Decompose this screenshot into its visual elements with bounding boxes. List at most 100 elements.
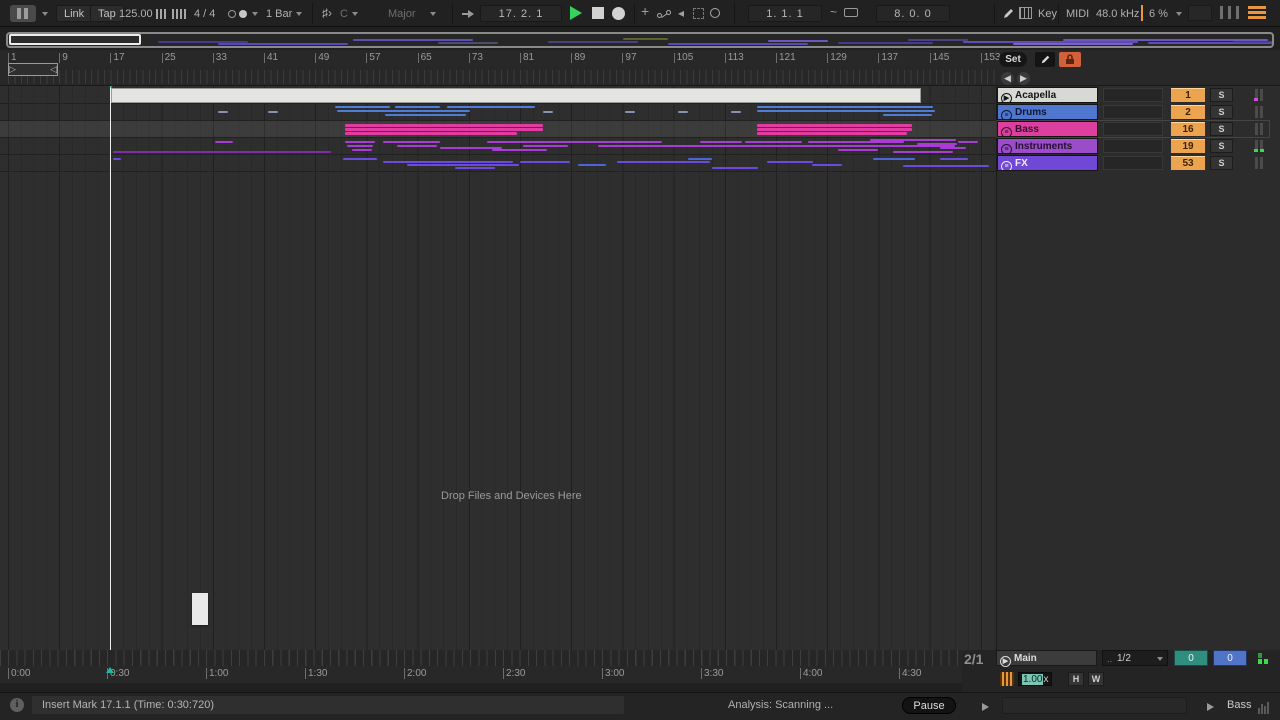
back-to-arrangement-icon[interactable]: ◂ <box>678 7 684 19</box>
main-volume-field[interactable]: 0 <box>1213 650 1247 666</box>
clip-segment-instruments[interactable] <box>893 151 953 153</box>
clip-segment-fx[interactable] <box>113 158 121 160</box>
clip-segment-instruments[interactable] <box>700 141 742 143</box>
clip-segment-drums[interactable] <box>395 106 440 108</box>
cpu-caret-icon[interactable] <box>1176 12 1182 16</box>
clip-segment-instruments[interactable] <box>598 145 955 147</box>
scale-caret-icon[interactable] <box>430 12 436 16</box>
clip-segment-instruments[interactable] <box>397 145 437 147</box>
clip-segment-drums[interactable] <box>678 111 688 113</box>
lock-envelopes-button[interactable] <box>1059 52 1081 67</box>
playback-speed-field[interactable]: 1.00x <box>1018 672 1052 686</box>
track-solo-button[interactable]: S <box>1210 139 1233 153</box>
fade-curve-icon[interactable]: ~ <box>830 6 837 18</box>
main-track-header[interactable]: ▶Main <box>996 650 1097 666</box>
nav-right-button[interactable]: ▶ <box>1017 72 1030 85</box>
midi-capture-icon[interactable] <box>693 8 704 19</box>
track-name-bass[interactable]: ≡Bass <box>997 121 1098 137</box>
clip-segment-instruments[interactable] <box>352 149 372 151</box>
clip-segment-fx[interactable] <box>617 161 710 163</box>
quantize-menu[interactable]: 1 Bar <box>266 8 292 20</box>
clip-segment-drums[interactable] <box>335 106 390 108</box>
tempo-follower-icon[interactable] <box>1000 672 1014 686</box>
quantize-caret-icon[interactable] <box>296 12 302 16</box>
draw-mode-icon[interactable] <box>1002 7 1015 23</box>
app-menu-icon[interactable] <box>10 5 36 22</box>
new-scene-icon[interactable]: + <box>641 5 649 17</box>
track-activator-button[interactable]: 19 <box>1171 139 1205 153</box>
clip-segment-instruments[interactable] <box>917 143 957 145</box>
overview-viewport-box[interactable] <box>9 34 141 45</box>
track-activator-button[interactable]: 53 <box>1171 156 1205 170</box>
track-activator-button[interactable]: 16 <box>1171 122 1205 136</box>
track-group-icon[interactable]: ≡ <box>1001 127 1012 137</box>
play-button[interactable] <box>570 6 582 20</box>
clip-segment-drums[interactable] <box>883 114 932 116</box>
nudge-up-icon[interactable] <box>172 8 188 20</box>
clip-segment-instruments[interactable] <box>640 141 662 143</box>
clip-acapella[interactable] <box>111 88 921 103</box>
clip-segment-bass[interactable] <box>757 132 907 135</box>
nudge-down-icon[interactable] <box>156 8 168 20</box>
clip-segment-instruments[interactable] <box>870 139 956 141</box>
link-button[interactable]: Link <box>56 5 92 22</box>
arrangement-area[interactable]: Drop Files and Devices Here <box>0 85 996 650</box>
clip-segment-bass[interactable] <box>757 124 912 127</box>
clip-segment-instruments[interactable] <box>347 145 373 147</box>
clip-segment-instruments[interactable] <box>523 145 568 147</box>
beat-time-ruler[interactable]: 1917253341495765738189971051131211291371… <box>0 50 1280 85</box>
track-group-icon[interactable]: ≡ <box>1001 110 1012 120</box>
clip-segment-bass[interactable] <box>345 124 543 127</box>
clip-segment-fx[interactable] <box>940 158 968 160</box>
arrangement-overview[interactable] <box>6 32 1274 48</box>
track-device-slot[interactable] <box>1103 139 1163 153</box>
clip-segment-fx[interactable] <box>407 164 519 166</box>
clip-segment-fx[interactable] <box>383 161 513 163</box>
time-signature-field[interactable]: 4 / 4 <box>194 8 215 20</box>
cue-volume-field[interactable]: 0 <box>1174 650 1208 666</box>
metronome-icon[interactable] <box>228 9 247 21</box>
record-button[interactable] <box>612 7 625 20</box>
loop-start-display[interactable]: 1. 1. 1 <box>748 5 822 22</box>
root-caret-icon[interactable] <box>352 12 358 16</box>
clip-segment-bass[interactable] <box>345 132 517 135</box>
reenable-automation-icon[interactable] <box>710 8 720 18</box>
clip-segment-drums[interactable] <box>385 114 466 116</box>
pencil-button[interactable] <box>1035 52 1055 67</box>
track-solo-button[interactable]: S <box>1210 122 1233 136</box>
zoom-height-button[interactable]: H <box>1068 672 1084 686</box>
clip-segment-instruments[interactable] <box>492 149 547 151</box>
hotswap-play-icon[interactable] <box>1207 703 1214 711</box>
track-activator-button[interactable]: 2 <box>1171 105 1205 119</box>
key-map-button[interactable]: Key <box>1038 8 1057 20</box>
set-marker-button[interactable]: Set <box>999 52 1027 67</box>
clip-segment-fx[interactable] <box>688 158 712 160</box>
track-device-slot[interactable] <box>1103 88 1163 102</box>
track-device-slot[interactable] <box>1103 156 1163 170</box>
track-unfold-icon[interactable]: ▶ <box>1001 93 1012 103</box>
clip-segment-drums[interactable] <box>625 111 635 113</box>
clip-segment-fx[interactable] <box>455 167 495 169</box>
info-icon[interactable]: i <box>10 698 24 712</box>
scale-icon[interactable]: ♯› <box>322 7 332 19</box>
time-ruler[interactable]: 0:000:301:001:302:002:303:003:304:004:30 <box>0 666 962 683</box>
clip-segment-instruments[interactable] <box>940 147 966 149</box>
clip-segment-fx[interactable] <box>343 158 377 160</box>
clip-segment-drums[interactable] <box>543 111 553 113</box>
loop-brace[interactable]: ▷◁ <box>8 63 58 76</box>
clip-segment-fx[interactable] <box>903 165 989 167</box>
zoom-width-button[interactable]: W <box>1088 672 1104 686</box>
clip-segment-instruments[interactable] <box>113 151 331 153</box>
grid-size-dropdown[interactable]: ‥ 1/2 <box>1102 650 1168 666</box>
track-device-slot[interactable] <box>1103 105 1163 119</box>
clip-segment-instruments[interactable] <box>808 141 904 143</box>
track-name-drums[interactable]: ≡Drums <box>997 104 1098 120</box>
clip-segment-drums[interactable] <box>337 110 470 112</box>
clip-segment-bass[interactable] <box>757 128 912 131</box>
clip-segment-drums[interactable] <box>880 110 935 112</box>
track-name-acapella[interactable]: ▶Acapella <box>997 87 1098 103</box>
clip-segment-fx[interactable] <box>520 161 570 163</box>
midi-map-button[interactable]: MIDI <box>1066 8 1089 20</box>
track-group-icon[interactable]: ≡ <box>1001 144 1012 154</box>
app-menu-caret-icon[interactable] <box>42 12 48 16</box>
